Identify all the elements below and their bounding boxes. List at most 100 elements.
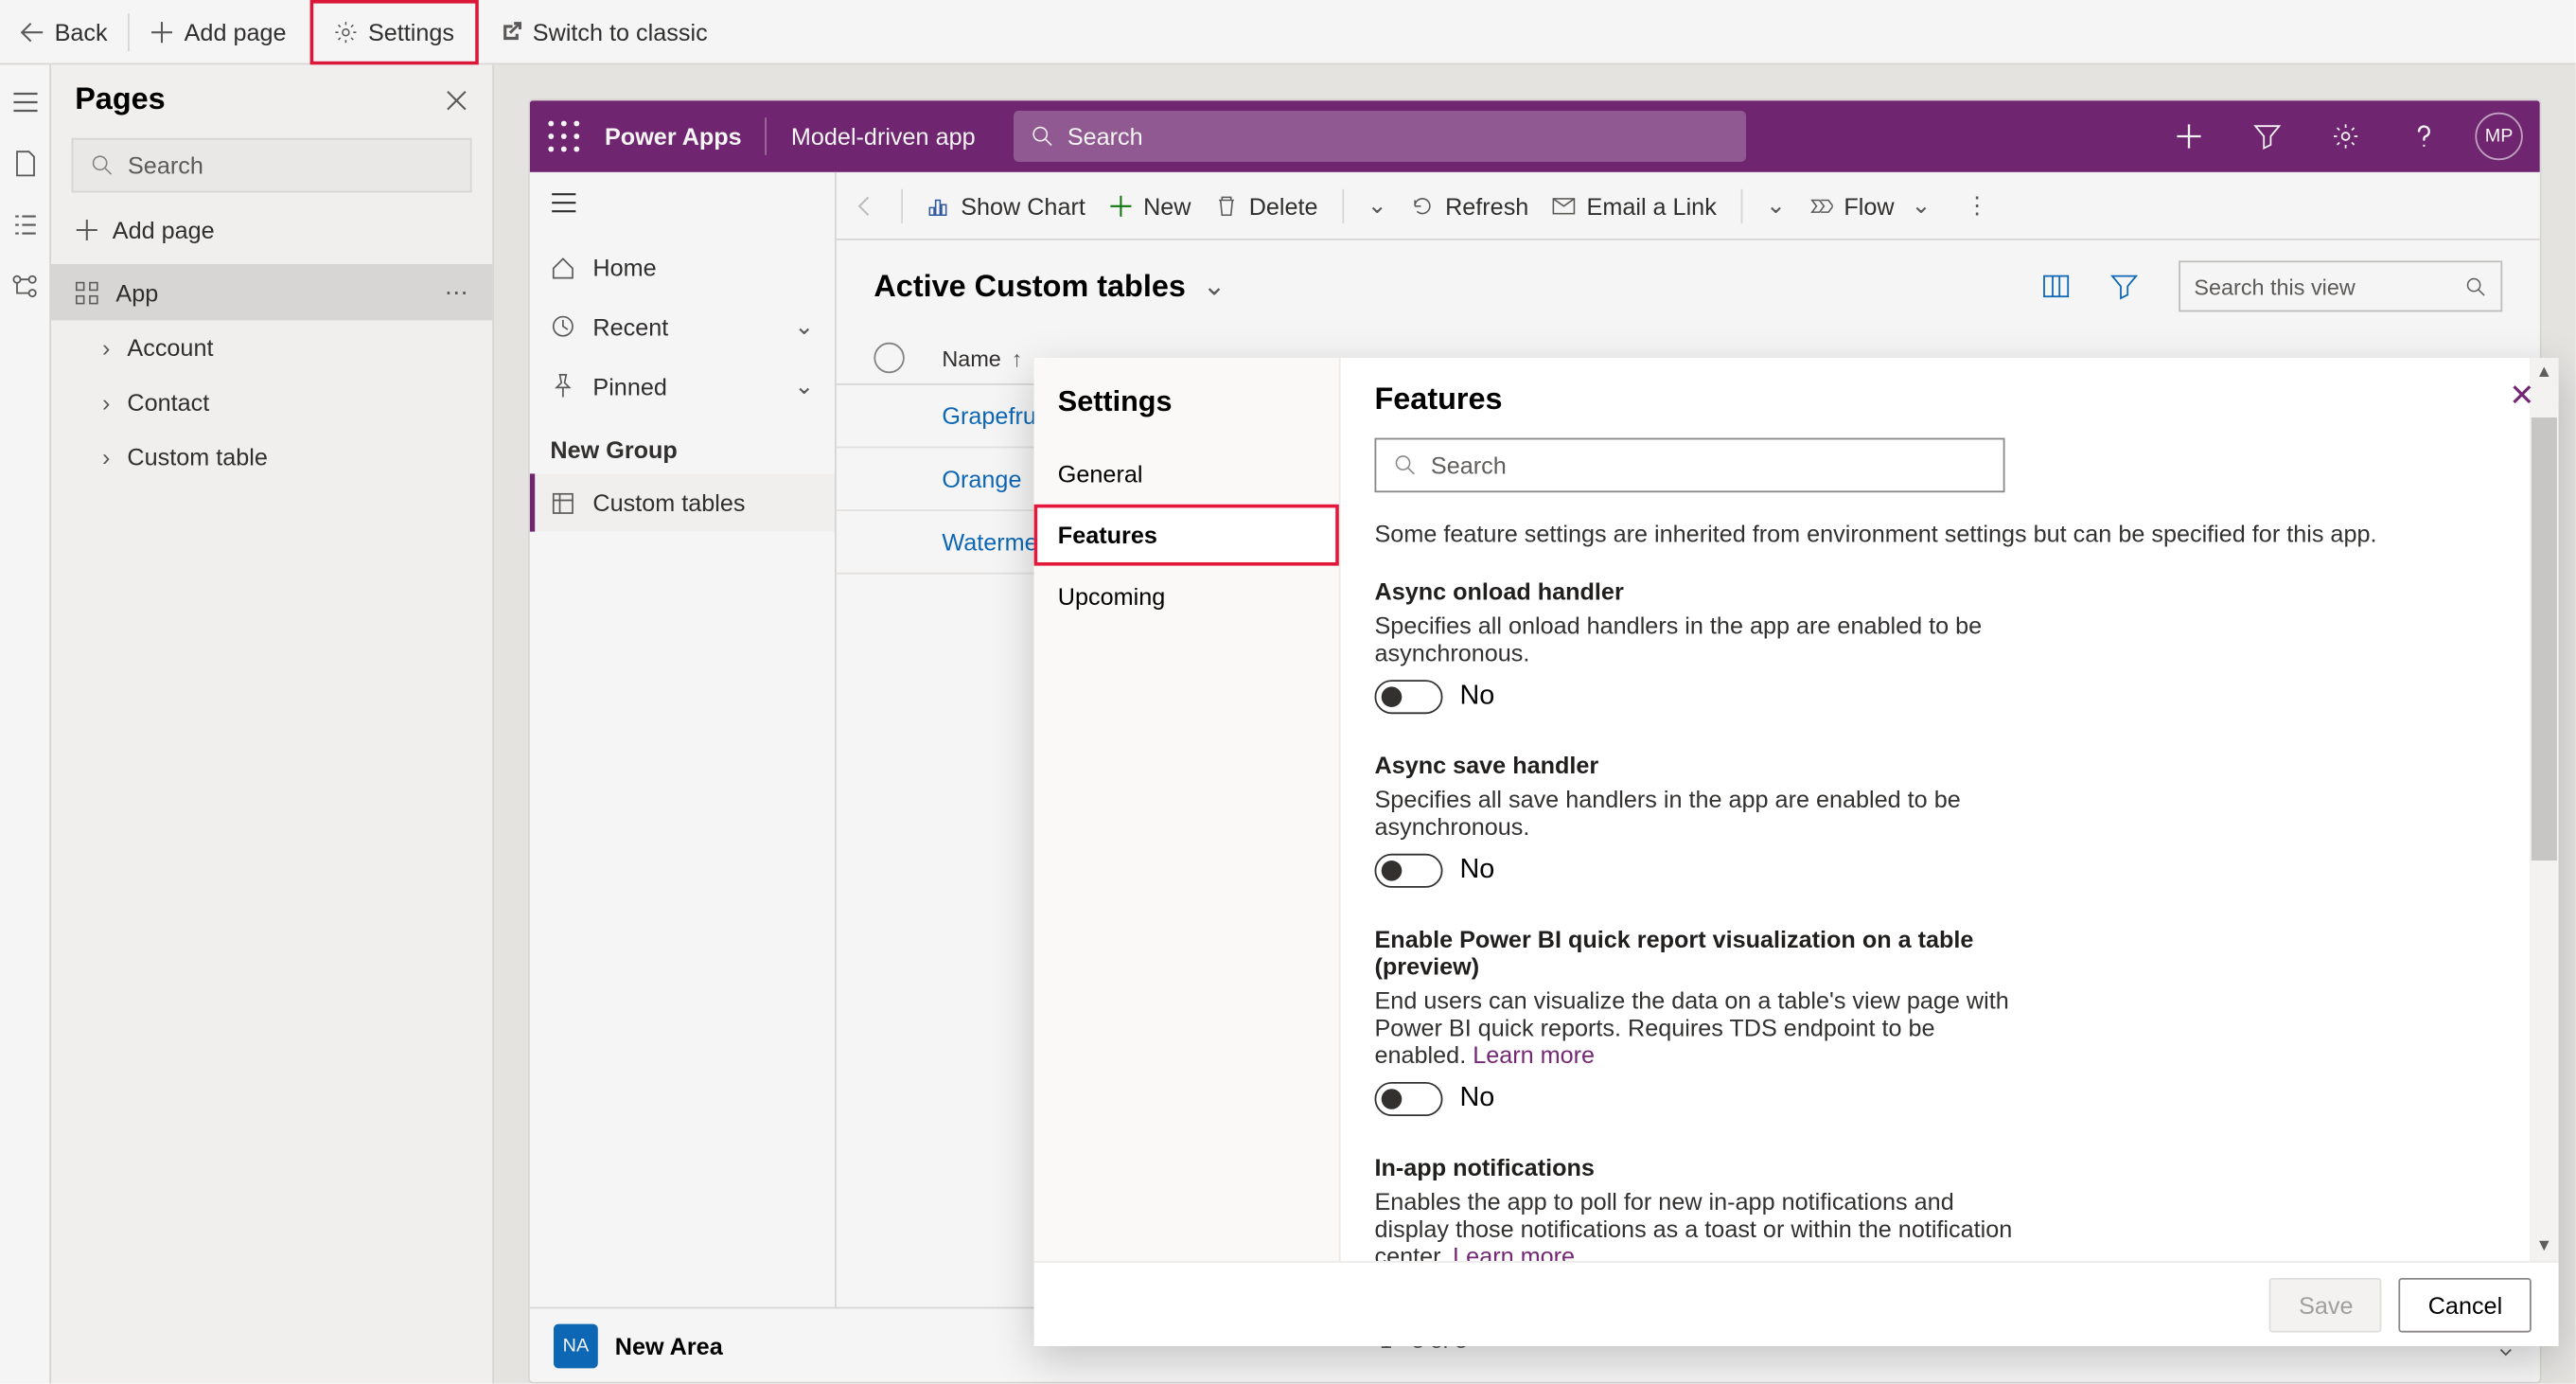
sidebar-item-recent[interactable]: Recent ⌄ [530,296,835,356]
search-icon [1030,124,1053,148]
nav-item-contact[interactable]: › Contact [51,375,492,430]
waffle-icon[interactable] [547,119,581,153]
feature-desc: Specifies all onload handlers in the app… [1375,612,2022,666]
row-link[interactable]: Grapefru [942,402,1035,430]
sidebar-toggle[interactable] [530,172,835,239]
scroll-down-icon[interactable]: ▼ [2535,1232,2552,1261]
more-icon[interactable]: ⋮ [1966,191,1989,221]
page-icon[interactable] [11,150,39,177]
hamburger-icon[interactable] [11,89,39,116]
close-icon[interactable] [445,88,468,112]
scroll-thumb[interactable] [2532,417,2557,861]
mail-icon [1553,193,1577,217]
plus-icon [150,20,174,44]
pages-panel: Pages Search Add page App ⋯ › Account [51,64,494,1383]
content-command-bar: Show Chart New Delete ⌄ Refresh Email a … [837,172,2540,240]
scroll-up-icon[interactable]: ▲ [2535,358,2552,387]
row-link[interactable]: Orange [942,465,1021,492]
tree-icon[interactable] [11,273,39,300]
add-icon[interactable] [2161,123,2216,151]
nav-upcoming[interactable]: Upcoming [1034,566,1339,628]
sidebar-item-custom-tables[interactable]: Custom tables [530,473,835,531]
nav-item-custom-table[interactable]: › Custom table [51,430,492,485]
toggle[interactable] [1375,680,1443,714]
chevron-right-icon: › [102,443,110,470]
toggle[interactable] [1375,1082,1443,1116]
left-rail [0,64,51,1383]
save-button[interactable]: Save [2269,1277,2382,1332]
pages-add-page[interactable]: Add page [51,203,492,257]
feature-title: In-app notifications [1375,1154,2022,1181]
select-all-checkbox[interactable] [873,343,904,373]
more-icon[interactable]: ⋯ [445,277,468,307]
close-icon[interactable]: ✕ [2509,379,2530,415]
plus-icon [1109,193,1133,217]
add-page-button[interactable]: Add page [130,0,307,64]
nav-label: App [115,278,158,306]
chevron-down-icon[interactable]: ⌄ [1367,191,1387,221]
feature-desc: End users can visualize the data on a ta… [1375,986,2022,1068]
filter-icon[interactable] [2110,273,2138,300]
chevron-down-icon: ⌄ [794,371,814,400]
nav-item-app[interactable]: App ⋯ [51,264,492,320]
settings-button[interactable]: Settings [310,0,478,64]
modal-title: Features [1375,381,2496,417]
nav-general[interactable]: General [1034,443,1339,505]
arrow-left-icon[interactable] [854,193,877,217]
search-placeholder: Search [1431,452,1507,479]
search-placeholder: Search [128,151,203,179]
email-link-button[interactable]: Email a Link [1553,192,1717,220]
app-search-input[interactable]: Search [1013,111,1745,162]
cancel-button[interactable]: Cancel [2399,1277,2532,1332]
learn-more-link[interactable]: Learn more [1453,1242,1575,1261]
toggle[interactable] [1375,854,1443,888]
designer-command-bar: Back Add page Settings Switch to classic [0,0,2576,64]
sidebar-item-home[interactable]: Home [530,239,835,296]
view-search-input[interactable]: Search this view [2179,260,2502,311]
flow-button[interactable]: Flow⌄ [1809,191,1931,221]
chevron-down-icon: ⌄ [794,311,814,341]
new-button[interactable]: New [1109,192,1191,220]
row-link[interactable]: Waterme [942,528,1037,556]
settings-nav: Settings General Features Upcoming [1034,358,1341,1261]
chevron-down-icon[interactable]: ⌄ [1766,191,1786,221]
chevron-down-icon[interactable]: ⌄ [1203,269,1226,303]
nav-item-account[interactable]: › Account [51,320,492,375]
filter-icon[interactable] [2240,123,2295,151]
hamburger-icon [550,189,577,217]
list-icon[interactable] [11,211,39,239]
pages-search-input[interactable]: Search [72,138,472,193]
column-name[interactable]: Name [942,346,1000,371]
feature-desc: Enables the app to poll for new in-app n… [1375,1188,2022,1261]
help-icon[interactable] [2397,123,2452,151]
sidebar-label: Home [592,254,656,281]
home-icon [550,255,575,280]
toggle-label: No [1460,856,1495,886]
feature-desc: Specifies all save handlers in the app a… [1375,786,2022,841]
table-icon [550,490,575,516]
edit-columns-icon[interactable] [2042,273,2070,300]
feature-async-onload: Async onload handler Specifies all onloa… [1375,577,2022,714]
learn-more-link[interactable]: Learn more [1473,1041,1595,1069]
chevron-right-icon: › [102,388,110,416]
gear-icon[interactable] [2319,123,2373,151]
delete-button[interactable]: Delete [1215,192,1318,220]
search-icon [90,153,114,177]
plus-icon [75,218,98,241]
scrollbar[interactable]: ▲ ▼ [2530,358,2559,1261]
avatar[interactable]: MP [2475,113,2522,160]
back-button[interactable]: Back [0,0,128,64]
switch-classic-button[interactable]: Switch to classic [478,0,728,64]
features-search-input[interactable]: Search [1375,438,2005,493]
nav-features[interactable]: Features [1034,505,1339,566]
feature-title: Enable Power BI quick report visualizati… [1375,925,2022,980]
product-name: Power Apps [605,123,742,151]
feature-title: Async onload handler [1375,577,2022,605]
refresh-button[interactable]: Refresh [1411,192,1528,220]
chart-icon [926,193,950,217]
sidebar-item-pinned[interactable]: Pinned ⌄ [530,356,835,416]
show-chart-button[interactable]: Show Chart [926,192,1085,220]
open-external-icon [499,20,522,44]
area-badge: NA [554,1323,598,1368]
trash-icon [1215,193,1239,217]
